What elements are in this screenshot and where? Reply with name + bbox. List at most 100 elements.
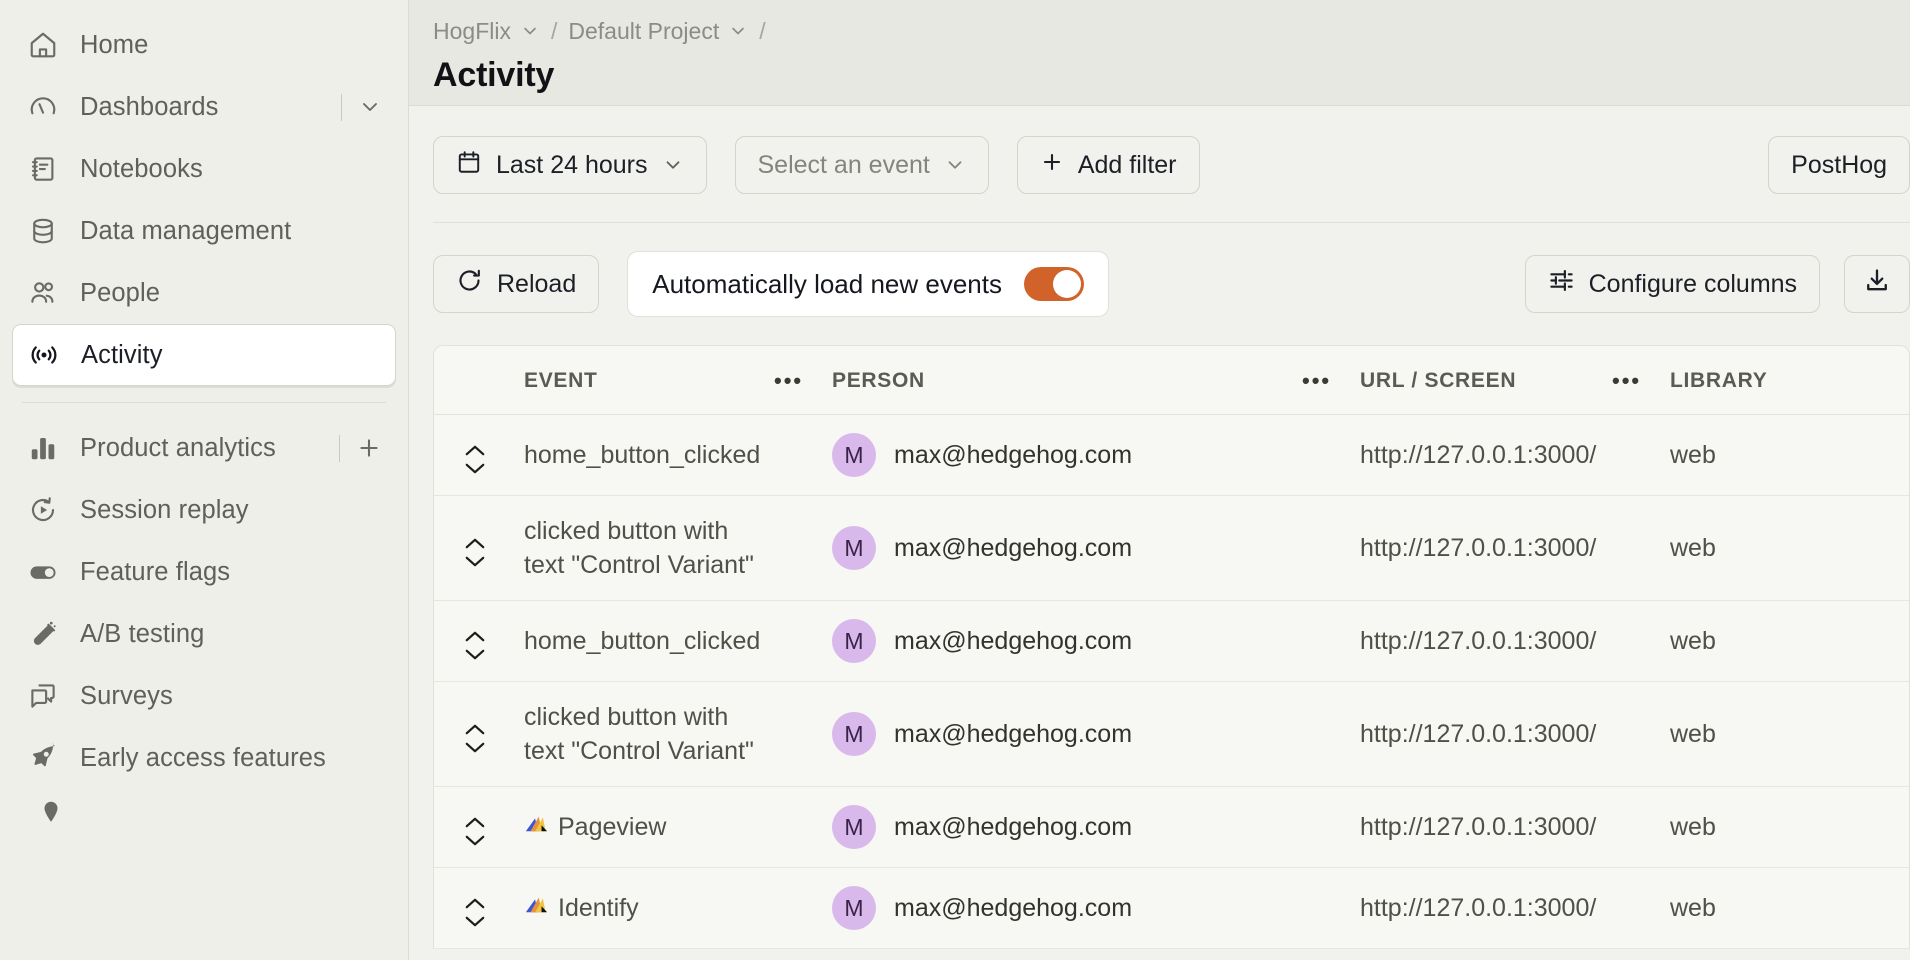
- sidebar-item-ab-testing[interactable]: A/B testing: [12, 603, 396, 665]
- sidebar-item-notebooks[interactable]: Notebooks: [12, 138, 396, 200]
- row-event-menu-cell: [774, 867, 832, 949]
- row-sort-handle[interactable]: [464, 630, 486, 661]
- row-person-email[interactable]: max@hedgehog.com: [894, 720, 1132, 749]
- row-person-email[interactable]: max@hedgehog.com: [894, 627, 1132, 656]
- people-icon: [26, 277, 59, 310]
- breadcrumb-label: HogFlix: [433, 17, 511, 44]
- breadcrumb-item-organization[interactable]: HogFlix: [433, 18, 540, 45]
- configure-columns-button[interactable]: Configure columns: [1524, 255, 1821, 313]
- column-menu-icon[interactable]: •••: [1302, 368, 1331, 393]
- chevron-up-icon: [465, 445, 485, 456]
- date-range-button[interactable]: Last 24 hours: [433, 136, 707, 194]
- sidebar-item-feature-flags[interactable]: Feature flags: [12, 541, 396, 603]
- table-row[interactable]: Pageview M max@hedgehog.com http://127.0…: [434, 786, 1910, 868]
- sidebar-item-activity[interactable]: Activity: [12, 324, 396, 386]
- chevron-down-icon[interactable]: [358, 95, 382, 119]
- table-header-row: EVENT ••• PERSON ••• URL / SCREEN ••• LI…: [434, 346, 1910, 415]
- table-row[interactable]: home_button_clicked M max@hedgehog.com h…: [434, 600, 1910, 682]
- row-sort-handle[interactable]: [464, 816, 486, 847]
- sidebar-item-surveys[interactable]: Surveys: [12, 665, 396, 727]
- event-select-button[interactable]: Select an event: [734, 136, 989, 194]
- sidebar-item-data-management[interactable]: Data management: [12, 200, 396, 262]
- sidebar-item-label: Session replay: [80, 495, 249, 524]
- filter-bar: Last 24 hours Select an event Add filter…: [433, 106, 1910, 222]
- add-filter-button[interactable]: Add filter: [1016, 136, 1200, 194]
- th-event-menu: •••: [774, 346, 832, 415]
- row-sort-cell: [434, 786, 524, 868]
- chevron-up-icon: [465, 817, 485, 828]
- row-sort-handle[interactable]: [464, 444, 486, 475]
- sidebar-item-home[interactable]: Home: [12, 14, 396, 76]
- row-person-menu-cell: [1302, 495, 1360, 601]
- row-sort-handle[interactable]: [464, 897, 486, 928]
- sidebar-item-people[interactable]: People: [12, 262, 396, 324]
- row-person-menu-cell: [1302, 414, 1360, 496]
- row-url-cell: http://127.0.0.1:3000/: [1360, 681, 1612, 787]
- th-sort-spacer: [434, 346, 524, 415]
- sidebar-item-session-replay[interactable]: Session replay: [12, 479, 396, 541]
- sidebar-item-dashboards[interactable]: Dashboards: [12, 76, 396, 138]
- row-person-email[interactable]: max@hedgehog.com: [894, 534, 1132, 563]
- table-row[interactable]: clicked button with text "Control Varian…: [434, 681, 1910, 787]
- th-library: LIBRARY: [1670, 346, 1910, 415]
- th-url-label: URL / SCREEN: [1360, 369, 1517, 392]
- row-person-cell: M max@hedgehog.com: [832, 600, 1302, 682]
- th-url-menu: •••: [1612, 346, 1670, 415]
- event-select-label: Select an event: [757, 150, 930, 179]
- chat-icon: [26, 680, 59, 713]
- posthog-event-icon: [524, 891, 548, 925]
- actions-bar: Reload Automatically load new events Con…: [433, 223, 1910, 345]
- th-event: EVENT: [524, 346, 774, 415]
- configure-columns-label: Configure columns: [1588, 269, 1798, 298]
- posthog-button[interactable]: PostHog: [1768, 136, 1910, 194]
- row-url-menu-cell: [1612, 495, 1670, 601]
- auto-load-events-toggle[interactable]: Automatically load new events: [627, 251, 1109, 317]
- sidebar-item-label: Surveys: [80, 681, 173, 710]
- chevron-down-icon: [465, 916, 485, 927]
- row-event-label: clicked button with text "Control Varian…: [524, 517, 754, 579]
- reload-button[interactable]: Reload: [433, 255, 600, 313]
- row-event-menu-cell: [774, 681, 832, 787]
- export-button[interactable]: [1844, 255, 1910, 313]
- breadcrumb-item-project[interactable]: Default Project: [568, 18, 748, 45]
- row-person-menu-cell: [1302, 600, 1360, 682]
- row-url-menu-cell: [1612, 600, 1670, 682]
- row-person-email[interactable]: max@hedgehog.com: [894, 894, 1132, 923]
- row-sort-cell: [434, 414, 524, 496]
- row-event-cell: Pageview: [524, 786, 774, 868]
- row-event-cell: home_button_clicked: [524, 414, 774, 496]
- sidebar-item-label: Product analytics: [80, 433, 276, 462]
- row-person-cell: M max@hedgehog.com: [832, 414, 1302, 496]
- avatar: M: [832, 619, 876, 663]
- plus-icon[interactable]: [356, 435, 382, 461]
- row-sort-handle[interactable]: [464, 537, 486, 568]
- content-area: Last 24 hours Select an event Add filter…: [409, 106, 1910, 960]
- flask-icon: [26, 618, 59, 651]
- row-person-cell: M max@hedgehog.com: [832, 867, 1302, 949]
- events-table: EVENT ••• PERSON ••• URL / SCREEN ••• LI…: [434, 346, 1910, 949]
- sidebar-item-early-access-features[interactable]: Early access features: [12, 727, 396, 789]
- column-menu-icon[interactable]: •••: [774, 368, 803, 393]
- sidebar-item-label: Early access features: [80, 743, 326, 772]
- th-person-menu: •••: [1302, 346, 1360, 415]
- sidebar-item-label: Notebooks: [80, 154, 203, 183]
- breadcrumb: HogFlix / Default Project /: [433, 12, 1910, 50]
- table-row[interactable]: clicked button with text "Control Varian…: [434, 495, 1910, 601]
- divider: [339, 434, 340, 462]
- chevron-down-icon: [465, 835, 485, 846]
- sidebar-item-product-analytics[interactable]: Product analytics: [12, 417, 396, 479]
- home-icon: [26, 29, 59, 62]
- reload-label: Reload: [497, 269, 577, 298]
- chevron-up-icon: [465, 898, 485, 909]
- table-row[interactable]: Identify M max@hedgehog.com http://127.0…: [434, 867, 1910, 949]
- avatar: M: [832, 805, 876, 849]
- sidebar-item-partial-below[interactable]: [12, 799, 396, 830]
- table-row[interactable]: home_button_clicked M max@hedgehog.com h…: [434, 414, 1910, 496]
- row-event-cell: Identify: [524, 867, 774, 949]
- toggle-switch[interactable]: [1023, 267, 1084, 301]
- chevron-down-icon: [662, 154, 684, 176]
- row-sort-handle[interactable]: [464, 723, 486, 754]
- row-person-email[interactable]: max@hedgehog.com: [894, 813, 1132, 842]
- column-menu-icon[interactable]: •••: [1612, 368, 1641, 393]
- row-person-email[interactable]: max@hedgehog.com: [894, 441, 1132, 470]
